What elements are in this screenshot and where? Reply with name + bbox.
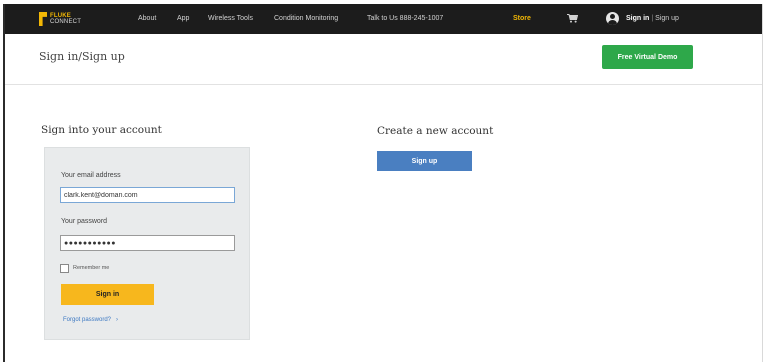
nav-link-talk-to-us[interactable]: Talk to Us 888-245-1007: [367, 15, 443, 22]
top-navigation: FLUKE CONNECT About App Wireless Tools C…: [5, 4, 762, 34]
nav-link-app[interactable]: App: [177, 15, 189, 22]
fluke-logo-icon: [39, 12, 47, 26]
logo-text: FLUKE CONNECT: [50, 13, 81, 25]
page-header: Sign in/Sign up Free Virtual Demo: [5, 34, 762, 85]
email-input[interactable]: [60, 187, 235, 203]
signin-heading: Sign into your account: [41, 124, 162, 136]
nav-sign-up-link[interactable]: Sign up: [655, 15, 679, 22]
sign-up-button[interactable]: Sign up: [377, 151, 472, 171]
forgot-password-text[interactable]: Forgot password?: [63, 317, 111, 323]
password-input[interactable]: [60, 235, 235, 251]
nav-link-about[interactable]: About: [138, 15, 156, 22]
create-account-heading: Create a new account: [377, 125, 494, 137]
sign-in-button[interactable]: Sign in: [61, 284, 154, 305]
remember-me-label[interactable]: Remember me: [73, 265, 109, 271]
browser-frame: FLUKE CONNECT About App Wireless Tools C…: [3, 4, 763, 362]
fluke-connect-logo[interactable]: FLUKE CONNECT: [39, 11, 81, 27]
user-avatar-icon[interactable]: [606, 12, 619, 25]
nav-link-condition-monitoring[interactable]: Condition Monitoring: [274, 15, 338, 22]
password-label: Your password: [61, 218, 108, 225]
auth-links: Sign in | Sign up: [626, 15, 679, 22]
logo-line-2: CONNECT: [50, 19, 82, 25]
signin-form: Your email address Your password Remembe…: [44, 147, 250, 340]
free-virtual-demo-button[interactable]: Free Virtual Demo: [602, 45, 693, 69]
shopping-cart-icon[interactable]: [567, 14, 578, 23]
remember-me-checkbox[interactable]: [60, 264, 69, 273]
nav-link-store[interactable]: Store: [513, 15, 531, 22]
chevron-right-icon: ›: [116, 317, 119, 323]
email-label: Your email address: [61, 172, 121, 179]
forgot-password-link[interactable]: Forgot password? ›: [63, 317, 118, 323]
nav-sign-in-link[interactable]: Sign in: [626, 15, 649, 22]
auth-separator: |: [651, 15, 654, 22]
nav-link-wireless-tools[interactable]: Wireless Tools: [208, 15, 253, 22]
page-title: Sign in/Sign up: [39, 50, 125, 63]
